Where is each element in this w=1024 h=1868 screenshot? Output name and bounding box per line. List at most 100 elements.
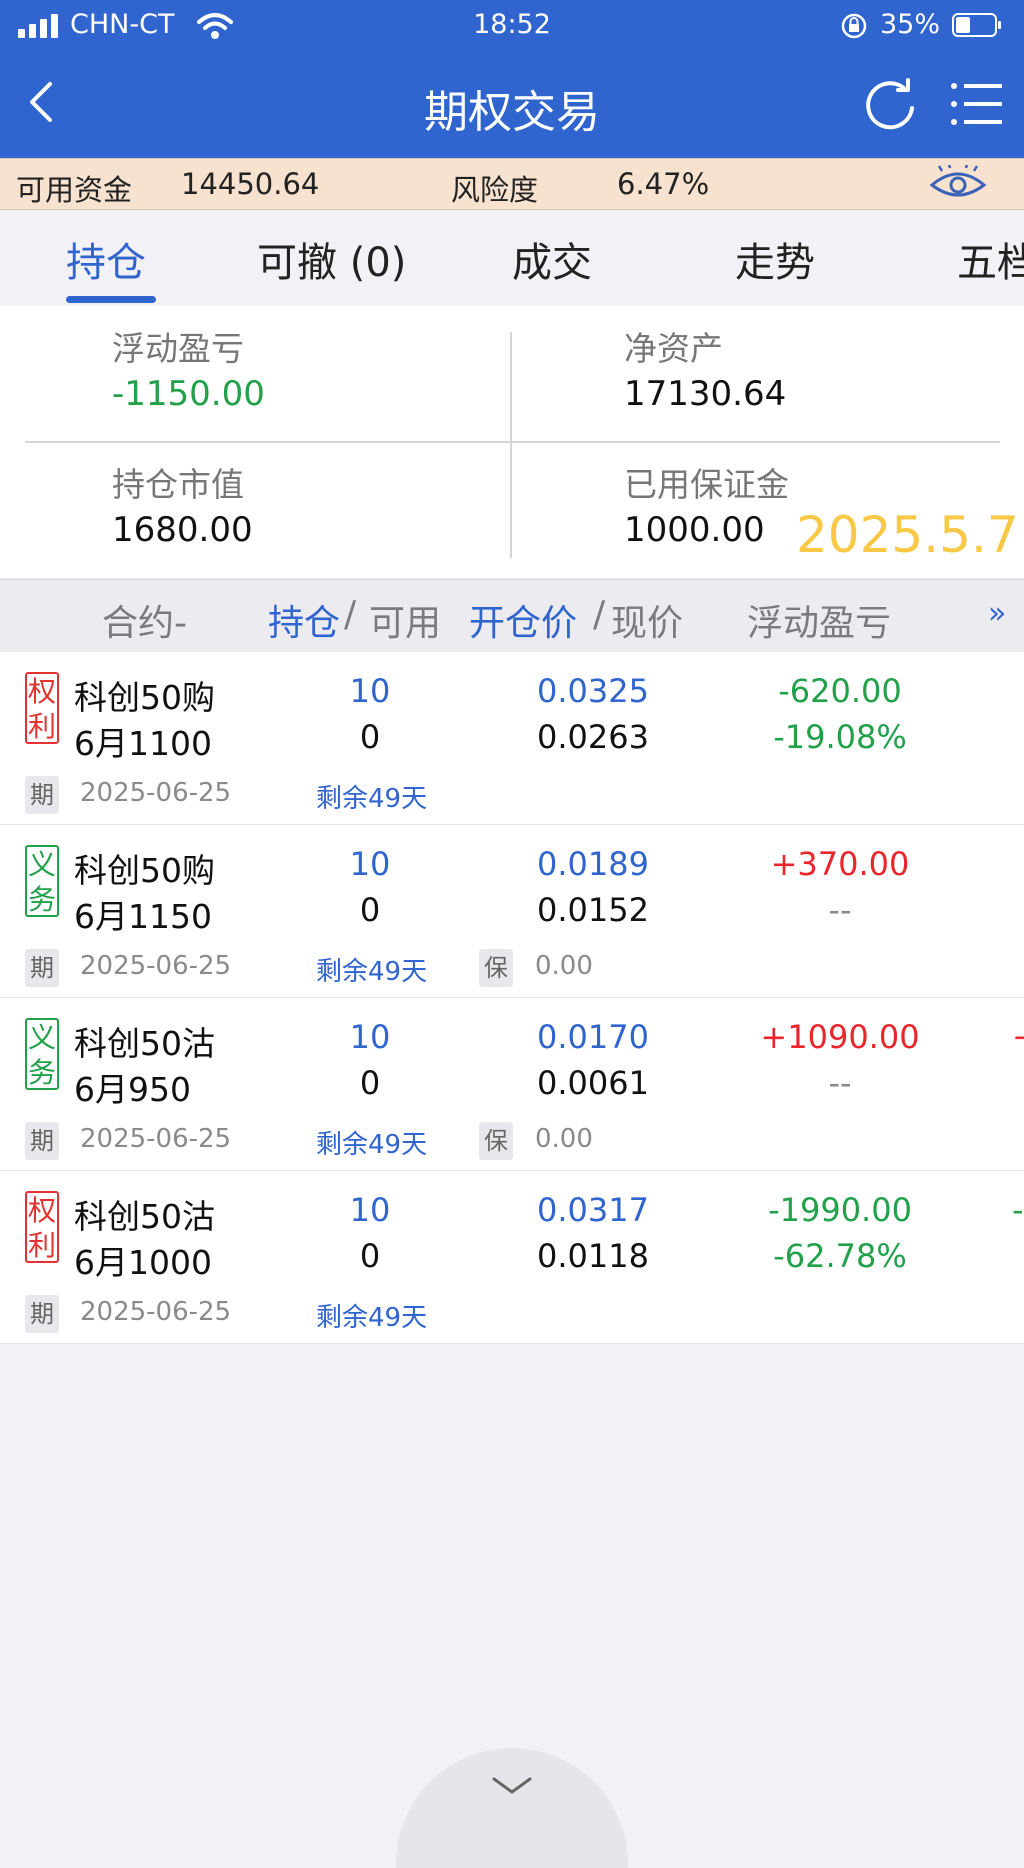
net-assets-value: 17130.64 bbox=[624, 374, 787, 414]
contract-name: 科创50购 bbox=[74, 851, 215, 890]
contract-month-strike: 6月1000 bbox=[74, 1243, 212, 1282]
menu-icon[interactable] bbox=[950, 80, 1004, 128]
expiry-tag: 期 bbox=[25, 1295, 59, 1333]
expiry-date: 2025-06-25 bbox=[80, 1297, 232, 1327]
floating-pl-percent: -19.08% bbox=[773, 718, 907, 756]
tab-cancelable[interactable]: 可撤 (0) bbox=[257, 230, 406, 288]
option-type-badge: 权利 bbox=[25, 1191, 59, 1263]
header-open-price[interactable]: 开仓价 bbox=[469, 594, 577, 646]
expiry-tag: 期 bbox=[25, 949, 59, 987]
available-qty: 0 bbox=[359, 891, 381, 929]
current-price: 0.0263 bbox=[537, 718, 649, 756]
scroll-right-icon[interactable]: » bbox=[988, 596, 1006, 631]
battery-percent: 35% bbox=[880, 9, 941, 40]
current-price: 0.0118 bbox=[537, 1237, 649, 1275]
table-row[interactable]: 权利 科创50购 6月1100 10 0 0.0325 0.0263 -620.… bbox=[0, 652, 1024, 825]
refresh-icon[interactable] bbox=[862, 78, 918, 132]
floating-pl-value: -1150.00 bbox=[112, 374, 265, 414]
account-summary: 浮动盈亏 -1150.00 净资产 17130.64 持仓市值 1680.00 … bbox=[0, 306, 1024, 578]
floating-pl-percent: -62.78% bbox=[773, 1237, 907, 1275]
floating-pl-label: 浮动盈亏 bbox=[112, 329, 244, 368]
rotation-lock-icon bbox=[841, 13, 867, 39]
option-type-badge: 权利 bbox=[25, 672, 59, 744]
margin-value: 0.00 bbox=[535, 951, 593, 981]
vertical-divider bbox=[510, 332, 512, 558]
floating-pl: -1990.00 bbox=[768, 1191, 912, 1229]
header-current-price[interactable]: 现价 bbox=[611, 594, 683, 646]
floating-pl: +370.00 bbox=[770, 845, 910, 883]
horizontal-divider bbox=[25, 441, 1000, 443]
tab-positions[interactable]: 持仓 bbox=[66, 230, 146, 288]
positions-list: 权利 科创50购 6月1100 10 0 0.0325 0.0263 -620.… bbox=[0, 652, 1024, 1344]
available-funds-label: 可用资金 bbox=[16, 173, 133, 207]
chevron-down-icon[interactable] bbox=[490, 1775, 534, 1797]
funds-bar: 可用资金 14450.64 风险度 6.47% bbox=[0, 158, 1024, 210]
contract-month-strike: 6月950 bbox=[74, 1070, 191, 1109]
available-qty: 0 bbox=[359, 1064, 381, 1102]
tab-five-levels[interactable]: 五档 bbox=[957, 230, 1024, 288]
position-qty: 10 bbox=[349, 672, 391, 710]
risk-label: 风险度 bbox=[451, 173, 539, 207]
tab-bar: 持仓 可撤 (0) 成交 走势 五档 bbox=[0, 210, 1024, 306]
position-value-value: 1680.00 bbox=[112, 510, 253, 550]
expiry-date: 2025-06-25 bbox=[80, 951, 232, 981]
margin-tag: 保 bbox=[479, 1122, 513, 1160]
current-price: 0.0152 bbox=[537, 891, 649, 929]
floating-pl: -620.00 bbox=[778, 672, 902, 710]
floating-pl-percent: -- bbox=[828, 891, 852, 929]
position-value-label: 持仓市值 bbox=[112, 465, 244, 504]
available-qty: 0 bbox=[359, 718, 381, 756]
margin-used-value: 1000.00 bbox=[624, 510, 765, 550]
risk-value: 6.47% bbox=[617, 167, 710, 201]
floating-pl: +1090.00 bbox=[760, 1018, 920, 1056]
header-separator: / bbox=[593, 594, 606, 635]
net-assets-label: 净资产 bbox=[624, 329, 723, 368]
days-remaining: 剩余49天 bbox=[316, 1303, 428, 1333]
battery-icon bbox=[952, 13, 1001, 37]
days-remaining: 剩余49天 bbox=[316, 784, 428, 814]
margin-value: 0.00 bbox=[535, 1124, 593, 1154]
clipped-column-value: + bbox=[1012, 1018, 1024, 1056]
table-row[interactable]: 义务 科创50沽 6月950 10 0 0.0170 0.0061 +1090.… bbox=[0, 998, 1024, 1171]
expiry-tag: 期 bbox=[25, 1122, 59, 1160]
available-qty: 0 bbox=[359, 1237, 381, 1275]
table-row[interactable]: 义务 科创50购 6月1150 10 0 0.0189 0.0152 +370.… bbox=[0, 825, 1024, 998]
contract-month-strike: 6月1150 bbox=[74, 897, 212, 936]
header-position[interactable]: 持仓 bbox=[268, 594, 340, 646]
tab-filled[interactable]: 成交 bbox=[512, 230, 592, 288]
contract-name: 科创50购 bbox=[74, 678, 215, 717]
header-floating-pl[interactable]: 浮动盈亏 bbox=[747, 594, 891, 646]
table-header: 合约- 持仓 / 可用 开仓价 / 现价 浮动盈亏 » bbox=[0, 579, 1024, 653]
option-type-badge: 义务 bbox=[25, 1018, 59, 1090]
floating-pl-percent: -- bbox=[828, 1064, 852, 1102]
current-price: 0.0061 bbox=[537, 1064, 649, 1102]
top-bar: CHN-CT 18:52 35% 期权交易 bbox=[0, 0, 1024, 158]
open-price: 0.0189 bbox=[537, 845, 649, 883]
tab-trend[interactable]: 走势 bbox=[735, 230, 815, 288]
expiry-date: 2025-06-25 bbox=[80, 1124, 232, 1154]
open-price: 0.0317 bbox=[537, 1191, 649, 1229]
header-available[interactable]: 可用 bbox=[369, 594, 441, 646]
contract-month-strike: 6月1100 bbox=[74, 724, 212, 763]
table-row[interactable]: 权利 科创50沽 6月1000 10 0 0.0317 0.0118 -1990… bbox=[0, 1171, 1024, 1344]
margin-used-label: 已用保证金 bbox=[624, 465, 789, 504]
position-qty: 10 bbox=[349, 845, 391, 883]
expiry-tag: 期 bbox=[25, 776, 59, 814]
contract-name: 科创50沽 bbox=[74, 1024, 215, 1063]
margin-tag: 保 bbox=[479, 949, 513, 987]
available-funds-value: 14450.64 bbox=[181, 167, 320, 201]
open-price: 0.0170 bbox=[537, 1018, 649, 1056]
tab-underline bbox=[66, 296, 156, 303]
clipped-column-value: - bbox=[1012, 1191, 1024, 1229]
date-watermark: 2025.5.7 bbox=[796, 506, 1019, 564]
eye-icon[interactable] bbox=[928, 165, 988, 203]
header-contract[interactable]: 合约- bbox=[102, 594, 187, 646]
header-separator: / bbox=[344, 594, 357, 635]
expiry-date: 2025-06-25 bbox=[80, 778, 232, 808]
days-remaining: 剩余49天 bbox=[316, 1130, 428, 1160]
collapse-handle[interactable] bbox=[396, 1748, 628, 1868]
option-type-badge: 义务 bbox=[25, 845, 59, 917]
open-price: 0.0325 bbox=[537, 672, 649, 710]
status-time: 18:52 bbox=[473, 9, 551, 40]
position-qty: 10 bbox=[349, 1018, 391, 1056]
